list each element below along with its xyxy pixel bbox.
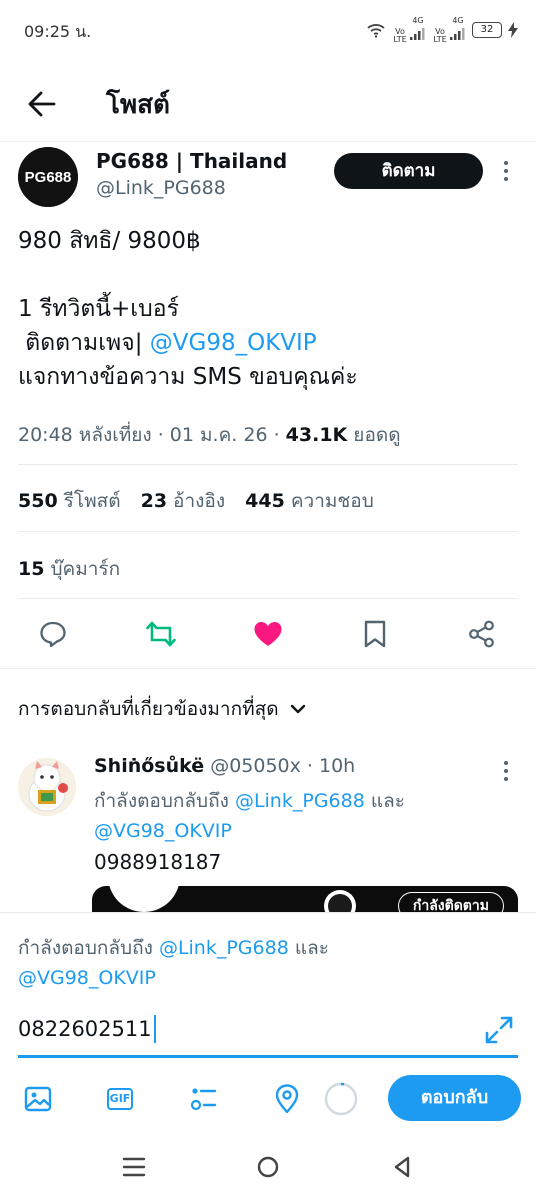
reply-text: 0988918187: [94, 850, 222, 874]
bookmark-action[interactable]: [353, 612, 397, 656]
comment-icon: [40, 621, 66, 648]
input-underline: [18, 1055, 518, 1058]
composer-replying-to: กำลังตอบกลับถึง @Link_PG688 และ @VG98_OKV…: [18, 937, 329, 989]
back-triangle-icon: [394, 1156, 410, 1178]
reply-handle-time: @05050x · 10h: [204, 755, 356, 777]
mention-link[interactable]: @VG98_OKVIP: [18, 967, 156, 989]
expand-icon: [485, 1016, 513, 1044]
reply-input[interactable]: 0822602511: [18, 1015, 156, 1043]
poll-icon: [190, 1088, 217, 1111]
reply-more-options[interactable]: [496, 758, 516, 784]
reply-avatar[interactable]: [18, 758, 76, 816]
divider: [18, 598, 518, 599]
tweet-text: 980 สิทธิ/ 9800฿ 1 รีทวิตนี้+เบอร์ ติดตา…: [18, 224, 518, 394]
author-avatar[interactable]: PG688: [18, 147, 78, 207]
divider: [18, 464, 518, 465]
tweet-meta: 20:48 หลังเที่ยง · 01 ม.ค. 26 · 43.1K ยอ…: [18, 420, 401, 450]
mention-link[interactable]: @VG98_OKVIP: [150, 330, 317, 356]
volte-label: Vo LTE: [433, 26, 447, 44]
action-bar: [0, 612, 536, 656]
status-time: 09:25 น.: [24, 22, 92, 41]
network-type-label: 4G: [412, 15, 424, 25]
divider: [18, 531, 518, 532]
more-vertical-icon: [504, 161, 508, 181]
volte-label: Vo LTE: [393, 26, 407, 44]
tweet-line: แจกทางข้อความ SMS ขอบคุณค่ะ: [18, 364, 358, 390]
mention-link[interactable]: @VG98_OKVIP: [94, 820, 232, 842]
battery-icon: 32: [472, 22, 502, 38]
mention-link[interactable]: @Link_PG688: [159, 937, 289, 959]
follow-button[interactable]: ติดตาม: [334, 153, 483, 189]
lucky-cat-avatar: [18, 758, 76, 816]
repost-action[interactable]: [139, 612, 183, 656]
engagement-stats: 550 รีโพสต์ 23 อ้างอิง 445 ความชอบ: [18, 486, 374, 516]
reply-author[interactable]: Shiṅősůkë @05050x · 10h: [94, 755, 355, 777]
progress-ring-icon: [324, 1082, 358, 1116]
bookmarks-stat[interactable]: 15 บุ๊คมาร์ก: [18, 554, 120, 584]
view-label: ยอดดู: [347, 424, 401, 446]
sim1-indicator: Vo LTE 4G: [392, 15, 426, 44]
character-count-ring: [321, 1079, 361, 1119]
system-nav-bar: [0, 1134, 536, 1200]
logo-text: PG688: [25, 169, 72, 186]
reply-input-value: 0822602511: [18, 1017, 152, 1041]
sim2-indicator: Vo LTE 4G: [432, 15, 466, 44]
reply-media-card[interactable]: กำลังติดตาม: [92, 886, 518, 912]
image-icon: [24, 1086, 52, 1112]
expand-composer-button[interactable]: [482, 1013, 516, 1047]
section-divider: [0, 668, 536, 669]
more-options-button[interactable]: [496, 158, 516, 184]
sort-replies-dropdown[interactable]: การตอบกลับที่เกี่ยวข้องมากที่สุด: [18, 694, 307, 724]
signal-icon: [410, 27, 425, 40]
tweet-line: 1 รีทวิตนี้+เบอร์: [18, 296, 179, 322]
status-icons: Vo LTE 4G Vo LTE 4G 32: [366, 15, 518, 44]
back-button[interactable]: [22, 84, 62, 124]
add-location-button[interactable]: [267, 1079, 307, 1119]
tweet-line: ติดตามเพจ|: [18, 330, 150, 356]
charging-icon: [508, 22, 518, 38]
repost-icon: [146, 621, 176, 647]
view-count: 43.1K: [285, 424, 348, 446]
chevron-down-icon: [290, 704, 305, 714]
sort-label: การตอบกลับที่เกี่ยวข้องมากที่สุด: [18, 698, 279, 720]
app-header: โพสต์: [0, 62, 536, 142]
page-title: โพสต์: [106, 90, 170, 120]
status-bar: 09:25 น. Vo LTE 4G Vo LTE 4G 32: [0, 0, 536, 62]
share-icon: [469, 620, 494, 648]
author-name[interactable]: PG688 | Thailand: [96, 149, 287, 173]
gif-icon: GIF: [107, 1088, 133, 1110]
share-action[interactable]: [460, 612, 504, 656]
menu-icon: [122, 1157, 146, 1177]
signal-icon: [450, 27, 465, 40]
tweet-line: 980 สิทธิ/ 9800฿: [18, 228, 201, 254]
home-button[interactable]: [251, 1150, 285, 1184]
heart-filled-icon: [254, 622, 282, 646]
network-type-label: 4G: [452, 15, 464, 25]
reply-submit-button[interactable]: ตอบกลับ: [388, 1075, 521, 1121]
recent-apps-button[interactable]: [117, 1150, 151, 1184]
reply-author-name: Shiṅősůkë: [94, 755, 205, 777]
mention-link[interactable]: @Link_PG688: [235, 790, 365, 812]
add-poll-button[interactable]: [184, 1079, 224, 1119]
reply-action[interactable]: [31, 612, 75, 656]
location-pin-icon: [275, 1084, 299, 1114]
more-vertical-icon: [504, 761, 508, 781]
likes-stat[interactable]: 445 ความชอบ: [245, 490, 374, 512]
like-action[interactable]: [246, 612, 290, 656]
tweet-timestamp: 20:48 หลังเที่ยง · 01 ม.ค. 26 ·: [18, 424, 286, 446]
reposts-stat[interactable]: 550 รีโพสต์: [18, 490, 121, 512]
add-gif-button[interactable]: GIF: [100, 1079, 140, 1119]
pg688-logo: PG688: [18, 147, 78, 207]
text-caret: [153, 1015, 156, 1043]
reply-replying-to: กำลังตอบกลับถึง @Link_PG688 และ @VG98_OK…: [94, 790, 405, 842]
wifi-icon: [367, 24, 385, 38]
add-image-button[interactable]: [18, 1079, 58, 1119]
bookmark-icon: [364, 620, 386, 648]
media-following-button[interactable]: กำลังติดตาม: [397, 892, 504, 912]
home-circle-icon: [257, 1156, 279, 1178]
author-handle[interactable]: @Link_PG688: [96, 177, 226, 199]
quotes-stat[interactable]: 23 อ้างอิง: [141, 490, 226, 512]
arrow-left-icon: [28, 91, 56, 117]
system-back-button[interactable]: [385, 1150, 419, 1184]
